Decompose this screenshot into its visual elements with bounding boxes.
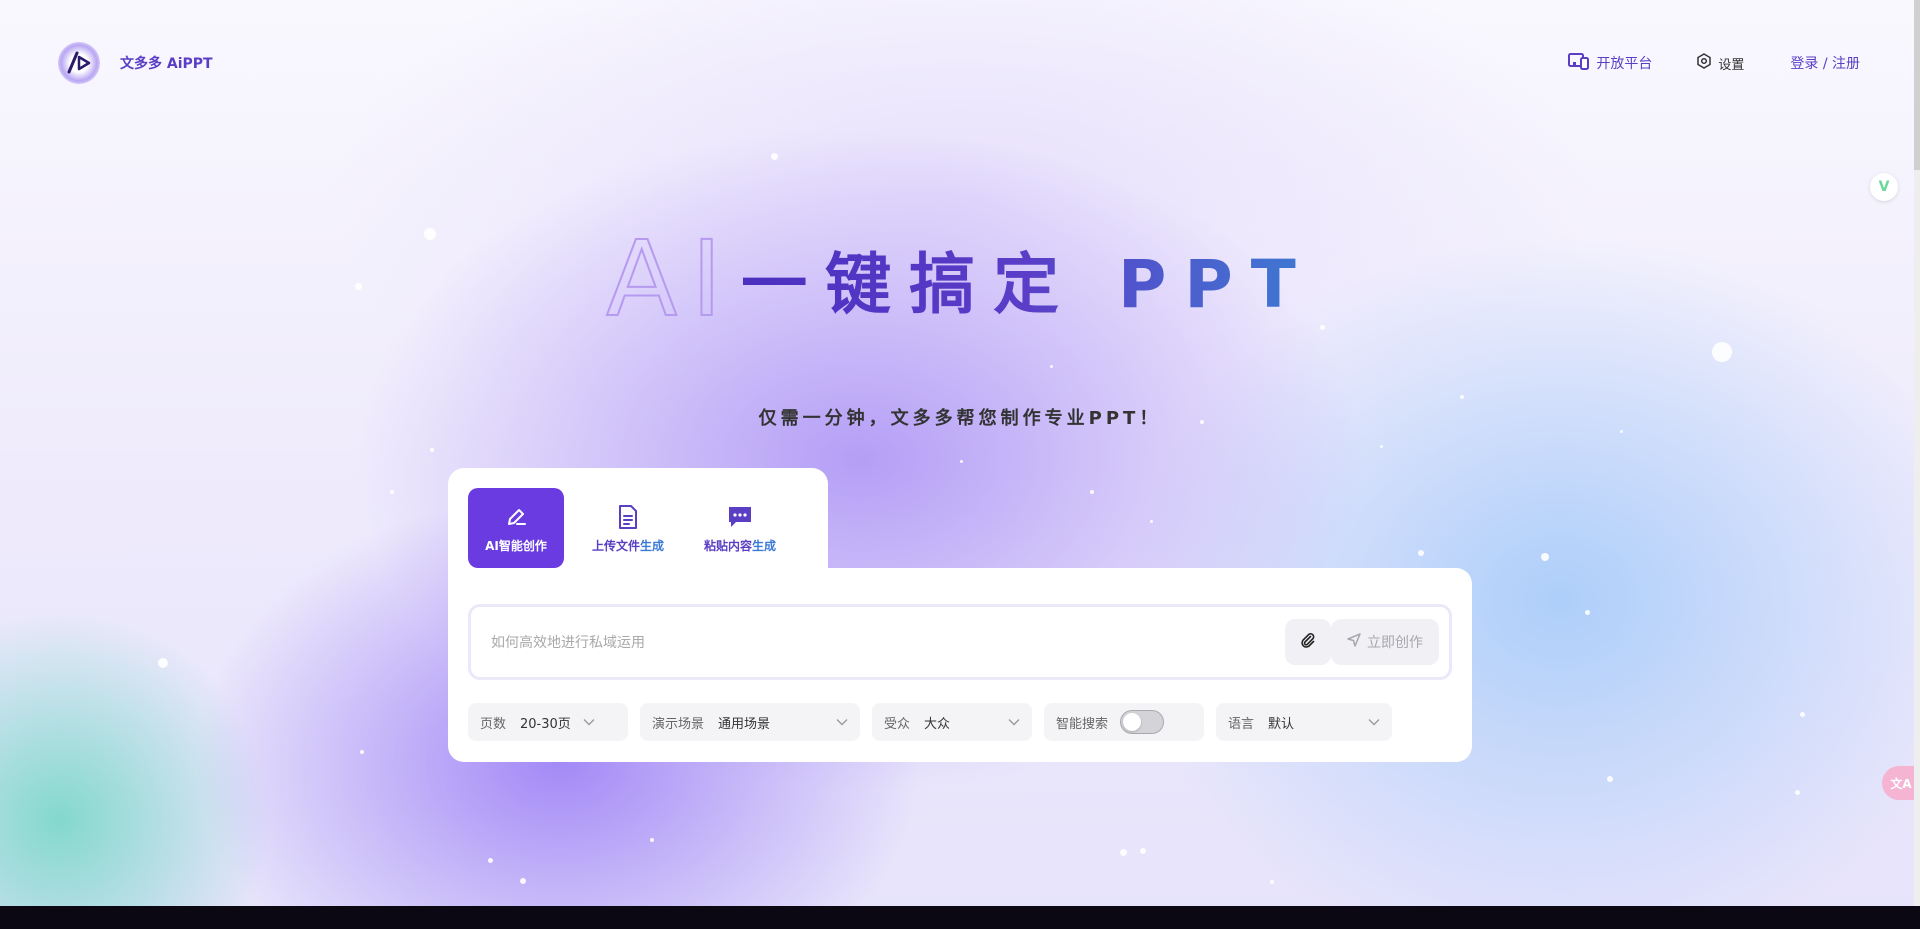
audience-label: 受众: [884, 716, 911, 732]
side-badge[interactable]: V: [1870, 173, 1898, 201]
check-icon: V: [1878, 179, 1890, 195]
nav-settings[interactable]: 设置: [1696, 53, 1744, 73]
document-icon: [617, 503, 639, 531]
chevron-down-icon: [1008, 715, 1020, 730]
topic-input[interactable]: [489, 629, 1253, 657]
hero-title: AI 一键搞定 PPT: [0, 217, 1920, 341]
bottom-bar: [0, 906, 1920, 929]
language-value: 默认: [1268, 716, 1295, 732]
send-icon: [1347, 633, 1367, 651]
attach-button[interactable]: [1285, 619, 1331, 665]
options-row: 页数 20-30页 演示场景 通用场景 受众 大众 智能搜索 语言 默认: [468, 703, 1404, 741]
page-background: [0, 0, 1920, 929]
chevron-down-icon: [583, 715, 595, 730]
tab-upload-file[interactable]: 上传文件生成: [580, 488, 676, 568]
nav-settings-label: 设置: [1718, 57, 1745, 73]
pages-select[interactable]: 页数 20-30页: [468, 703, 628, 741]
logo[interactable]: 文多多 AiPPT: [58, 42, 213, 84]
scrollbar[interactable]: [1914, 0, 1920, 906]
nav-login[interactable]: 登录 / 注册: [1790, 53, 1860, 73]
smart-search-option: 智能搜索: [1044, 703, 1204, 741]
scene-select[interactable]: 演示场景 通用场景: [640, 703, 860, 741]
pen-icon: [504, 503, 528, 531]
chat-icon: [727, 503, 753, 531]
pages-value: 20-30页: [520, 716, 571, 732]
scrollbar-thumb[interactable]: [1914, 0, 1920, 170]
audience-value: 大众: [924, 716, 951, 732]
topic-input-box: 立即创作: [468, 604, 1452, 680]
tab-paste-content[interactable]: 粘贴内容生成: [692, 488, 788, 568]
tab-upload-file-label: 上传文件生成: [591, 538, 665, 553]
hero-subtitle: 仅需一分钟，文多多帮您制作专业PPT！: [758, 408, 1162, 429]
logo-text: 文多多 AiPPT: [120, 56, 213, 72]
tab-ai-create[interactable]: AI智能创作: [468, 488, 564, 568]
top-nav: 开放平台 设置 登录 / 注册: [1568, 52, 1860, 74]
language-label: 语言: [1228, 716, 1255, 732]
create-button[interactable]: 立即创作: [1331, 619, 1439, 665]
devices-icon: [1568, 52, 1596, 74]
gear-icon: [1696, 53, 1718, 73]
create-button-label: 立即创作: [1367, 635, 1423, 651]
hero-title-ai: AI: [605, 217, 736, 341]
hero-title-text: 一键搞定 PPT: [741, 246, 1314, 323]
mode-tabs: AI智能创作 上传文件生成 粘贴内容生成: [468, 488, 804, 568]
nav-open-platform-label: 开放平台: [1596, 56, 1653, 72]
smart-search-label: 智能搜索: [1056, 716, 1109, 732]
paperclip-icon: [1300, 632, 1316, 652]
smart-search-toggle[interactable]: [1120, 710, 1165, 734]
scene-value: 通用场景: [718, 716, 771, 732]
tab-paste-content-label: 粘贴内容生成: [703, 538, 777, 553]
chevron-down-icon: [836, 715, 848, 730]
pages-label: 页数: [480, 716, 507, 732]
audience-select[interactable]: 受众 大众: [872, 703, 1032, 741]
chevron-down-icon: [1368, 715, 1380, 730]
nav-login-label: 登录 / 注册: [1790, 56, 1860, 72]
nav-open-platform[interactable]: 开放平台: [1568, 52, 1652, 74]
scene-label: 演示场景: [652, 716, 705, 732]
translate-icon: 文A: [1890, 776, 1912, 791]
language-select[interactable]: 语言 默认: [1216, 703, 1392, 741]
logo-icon: [58, 42, 100, 84]
tab-ai-create-label: AI智能创作: [485, 538, 547, 553]
